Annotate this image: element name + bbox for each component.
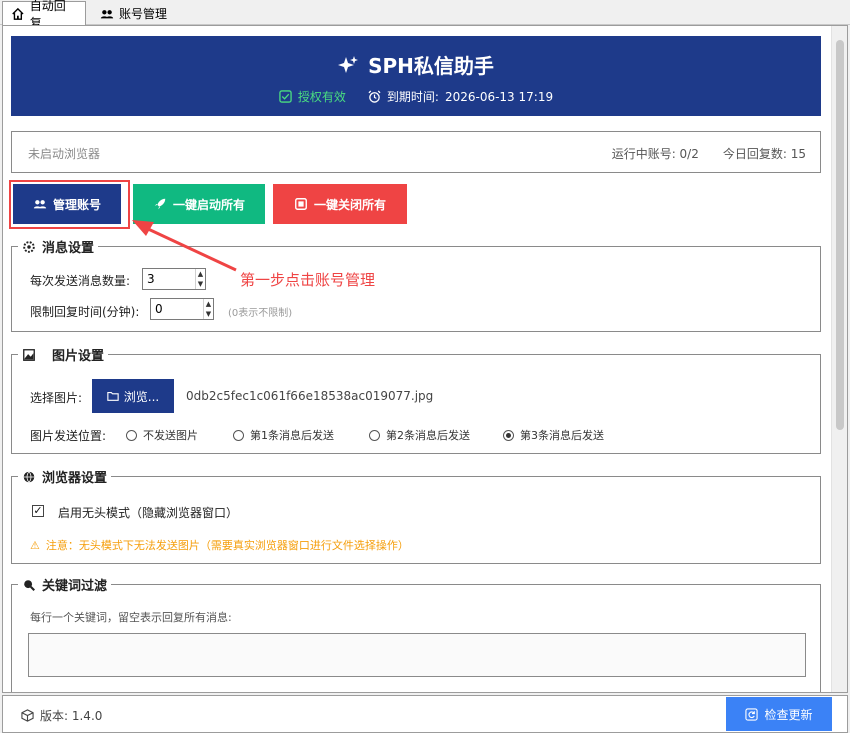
- button-label: 一键启动所有: [172, 197, 245, 212]
- headless-checkbox[interactable]: ✓: [32, 505, 44, 517]
- sparkle-icon: [338, 55, 359, 73]
- group-title: 关键词过滤: [18, 575, 112, 594]
- today-replies: 今日回复数: 15: [722, 147, 806, 161]
- group-title: 浏览器设置: [18, 467, 112, 486]
- search-icon: [24, 579, 35, 591]
- folder-icon: [107, 392, 119, 401]
- tab-label: 账号管理: [119, 7, 168, 21]
- radio-after-second[interactable]: 第2条消息后发送: [369, 427, 470, 443]
- down-arrow-icon[interactable]: ▼: [196, 279, 205, 289]
- radio-circle[interactable]: [126, 429, 137, 441]
- group-title-text: 关键词过滤: [42, 579, 108, 594]
- radio-after-first[interactable]: 第1条消息后发送: [233, 427, 334, 443]
- button-label: 浏览...: [123, 389, 160, 404]
- gear-icon: [23, 240, 35, 253]
- warning-icon: ⚠: [30, 538, 40, 552]
- group-title: 消息设置: [18, 237, 99, 256]
- globe-icon: [23, 470, 35, 483]
- radio-label: 第3条消息后发送: [520, 429, 604, 442]
- image-position-label: 图片发送位置:: [30, 429, 107, 443]
- browser-status: 未启动浏览器: [28, 147, 101, 161]
- app-header: SPH私信助手 授权有效 到期时间: 2026-06-13 17:19: [11, 36, 821, 116]
- keyword-textarea[interactable]: [28, 633, 806, 677]
- start-all-button[interactable]: 一键启动所有: [133, 184, 265, 224]
- annotation-text: 第一步点击账号管理: [240, 271, 376, 289]
- keyword-filter-group: 关键词过滤 每行一个关键词，留空表示回复所有消息:: [11, 575, 821, 692]
- tab-bar: 自动回复 账号管理: [0, 0, 850, 30]
- status-bar: 未启动浏览器 运行中账号: 0/2 今日回复数: 15: [11, 131, 821, 173]
- up-arrow-icon[interactable]: ▲: [196, 269, 205, 279]
- browser-settings-group: 浏览器设置 ✓ 启用无头模式（隐藏浏览器窗口） ⚠ 注意：无头模式下无法发送图片…: [11, 467, 821, 564]
- group-title-text: 消息设置: [42, 241, 95, 256]
- radio-circle[interactable]: [369, 429, 380, 441]
- home-icon: [12, 7, 24, 20]
- warning-text: 注意：无头模式下无法发送图片（需要真实浏览器窗口进行文件选择操作）: [45, 539, 409, 552]
- stop-square-icon: [295, 198, 307, 210]
- limit-stepper[interactable]: ▲▼: [150, 298, 214, 320]
- limit-hint: (0表示不限制): [228, 308, 293, 319]
- radio-label: 不发送图片: [143, 429, 198, 442]
- image-icon: [23, 348, 35, 361]
- vertical-scrollbar[interactable]: [831, 26, 847, 692]
- selected-file-name: 0db2c5fec1c061f66e18538ac019077.jpg: [186, 389, 434, 403]
- per-send-stepper[interactable]: ▲▼: [142, 268, 206, 290]
- check-update-button[interactable]: 检查更新: [726, 697, 832, 731]
- stepper-arrows[interactable]: ▲ ▼: [194, 269, 205, 289]
- radio-circle[interactable]: [503, 429, 514, 441]
- main-panel: SPH私信助手 授权有效 到期时间: 2026-06-13 17:19 未启动浏…: [2, 25, 848, 693]
- stop-all-button[interactable]: 一键关闭所有: [273, 184, 407, 224]
- run-stats: 运行中账号: 0/2 今日回复数: 15: [612, 145, 806, 162]
- tab-account-management[interactable]: 账号管理: [92, 2, 180, 25]
- down-arrow-icon[interactable]: ▼: [204, 309, 213, 319]
- app-title-text: SPH私信助手: [368, 54, 494, 78]
- limit-input[interactable]: [151, 299, 203, 319]
- users-icon: [33, 200, 47, 209]
- group-title-text: 浏览器设置: [42, 471, 108, 486]
- version-text: 版本: 1.4.0: [40, 709, 103, 723]
- stepper-arrows[interactable]: ▲ ▼: [202, 299, 213, 319]
- limit-label: 限制回复时间(分钟):: [30, 305, 140, 319]
- footer-bar: 版本: 1.4.0 检查更新: [2, 695, 848, 733]
- group-title-text: 图片设置: [52, 349, 105, 364]
- button-label: 检查更新: [764, 707, 813, 722]
- version-info: 版本: 1.4.0: [21, 707, 102, 724]
- headless-label: 启用无头模式（隐藏浏览器窗口）: [58, 506, 239, 520]
- license-info: 授权有效 到期时间: 2026-06-13 17:19: [11, 88, 821, 105]
- radio-label: 第2条消息后发送: [386, 429, 470, 442]
- select-image-label: 选择图片:: [30, 391, 83, 405]
- auth-status: 授权有效: [279, 88, 346, 105]
- button-label: 一键关闭所有: [313, 197, 386, 212]
- refresh-icon: [745, 707, 759, 721]
- tab-auto-reply[interactable]: 自动回复: [2, 0, 86, 30]
- radio-label: 第1条消息后发送: [250, 429, 334, 442]
- running-accounts: 运行中账号: 0/2: [611, 147, 699, 161]
- radio-no-image[interactable]: 不发送图片: [126, 427, 198, 443]
- alarm-clock-icon: [368, 90, 381, 103]
- headless-warning: ⚠ 注意：无头模式下无法发送图片（需要真实浏览器窗口进行文件选择操作）: [30, 537, 409, 553]
- per-send-input[interactable]: [143, 269, 195, 289]
- scrollbar-thumb[interactable]: [836, 40, 844, 430]
- expire-value: 2026-06-13 17:19: [444, 89, 554, 104]
- radio-circle[interactable]: [233, 429, 244, 441]
- browse-button[interactable]: 浏览...: [92, 379, 174, 413]
- package-icon: [21, 709, 34, 722]
- check-square-icon: [279, 90, 292, 103]
- app-title: SPH私信助手: [11, 50, 821, 79]
- expire-label: 到期时间:: [386, 90, 439, 104]
- expire-info: 到期时间: 2026-06-13 17:19: [368, 88, 553, 105]
- auth-status-text: 授权有效: [297, 90, 346, 104]
- per-send-label: 每次发送消息数量:: [30, 274, 131, 288]
- group-title: 图片设置: [18, 345, 109, 364]
- keyword-hint: 每行一个关键词，留空表示回复所有消息:: [30, 611, 232, 624]
- manage-accounts-button[interactable]: 管理账号: [13, 184, 121, 224]
- up-arrow-icon[interactable]: ▲: [204, 299, 213, 309]
- image-settings-group: 图片设置 选择图片: 浏览... 0db2c5fec1c061f66e18538…: [11, 345, 821, 454]
- button-label: 管理账号: [52, 197, 101, 212]
- radio-after-third[interactable]: 第3条消息后发送: [503, 427, 604, 443]
- rocket-icon: [154, 198, 166, 210]
- message-settings-group: 消息设置 每次发送消息数量: ▲▼ 限制回复时间(分钟): ▲▼ (0表示不限制…: [11, 237, 821, 332]
- users-icon: [100, 9, 114, 18]
